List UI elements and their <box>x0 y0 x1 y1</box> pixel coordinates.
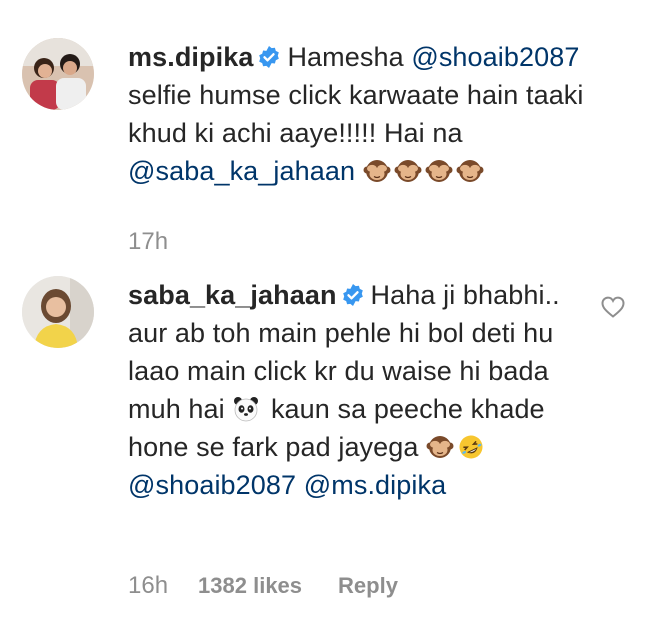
avatar-image <box>22 276 94 348</box>
comment-text-segment <box>355 156 363 186</box>
comment-item: saba_ka_jahaan Haha ji bhabhi.. aur ab to… <box>0 262 670 618</box>
reply-button[interactable]: Reply <box>338 573 398 599</box>
panda-icon <box>232 395 260 423</box>
heart-outline-icon[interactable] <box>600 294 626 320</box>
comment-content: Haha ji bhabhi.. aur ab toh main pehle h… <box>128 280 560 500</box>
comment-text-segment <box>296 470 304 500</box>
see-no-evil-monkey-icon <box>426 433 454 461</box>
see-no-evil-monkey-icon <box>425 157 453 185</box>
comment-text: saba_ka_jahaan Haha ji bhabhi.. aur ab to… <box>128 276 598 504</box>
comment-timestamp[interactable]: 17h <box>128 228 168 256</box>
comment-text-segment: selfie humse click karwaate hain taaki k… <box>128 80 584 148</box>
see-no-evil-monkey-icon <box>394 157 422 185</box>
comment-item: ms.dipika Hamesha @shoaib2087 selfie hums… <box>0 0 670 262</box>
likes-count[interactable]: 1382 likes <box>198 573 302 599</box>
comment-timestamp[interactable]: 16h <box>128 572 168 600</box>
rolling-on-floor-laughing-icon <box>457 433 485 461</box>
verified-badge-icon <box>341 283 365 307</box>
mention-link[interactable]: @saba_ka_jahaan <box>128 156 355 186</box>
comment-text: ms.dipika Hamesha @shoaib2087 selfie hums… <box>128 38 598 190</box>
mention-link[interactable]: @shoaib2087 <box>128 470 296 500</box>
comment-text-segment: Hamesha <box>287 42 412 72</box>
see-no-evil-monkey-icon <box>363 157 391 185</box>
avatar[interactable] <box>22 276 94 348</box>
verified-badge-icon <box>257 45 281 69</box>
see-no-evil-monkey-icon <box>456 157 484 185</box>
mention-link[interactable]: @ms.dipika <box>304 470 446 500</box>
avatar[interactable] <box>22 38 94 110</box>
comment-meta: 16h 1382 likes Reply <box>128 572 398 600</box>
avatar-image <box>22 38 94 110</box>
comment-meta: 17h <box>128 228 198 256</box>
comment-username[interactable]: saba_ka_jahaan <box>128 280 337 310</box>
mention-link[interactable]: @shoaib2087 <box>411 42 579 72</box>
comment-username[interactable]: ms.dipika <box>128 42 253 72</box>
